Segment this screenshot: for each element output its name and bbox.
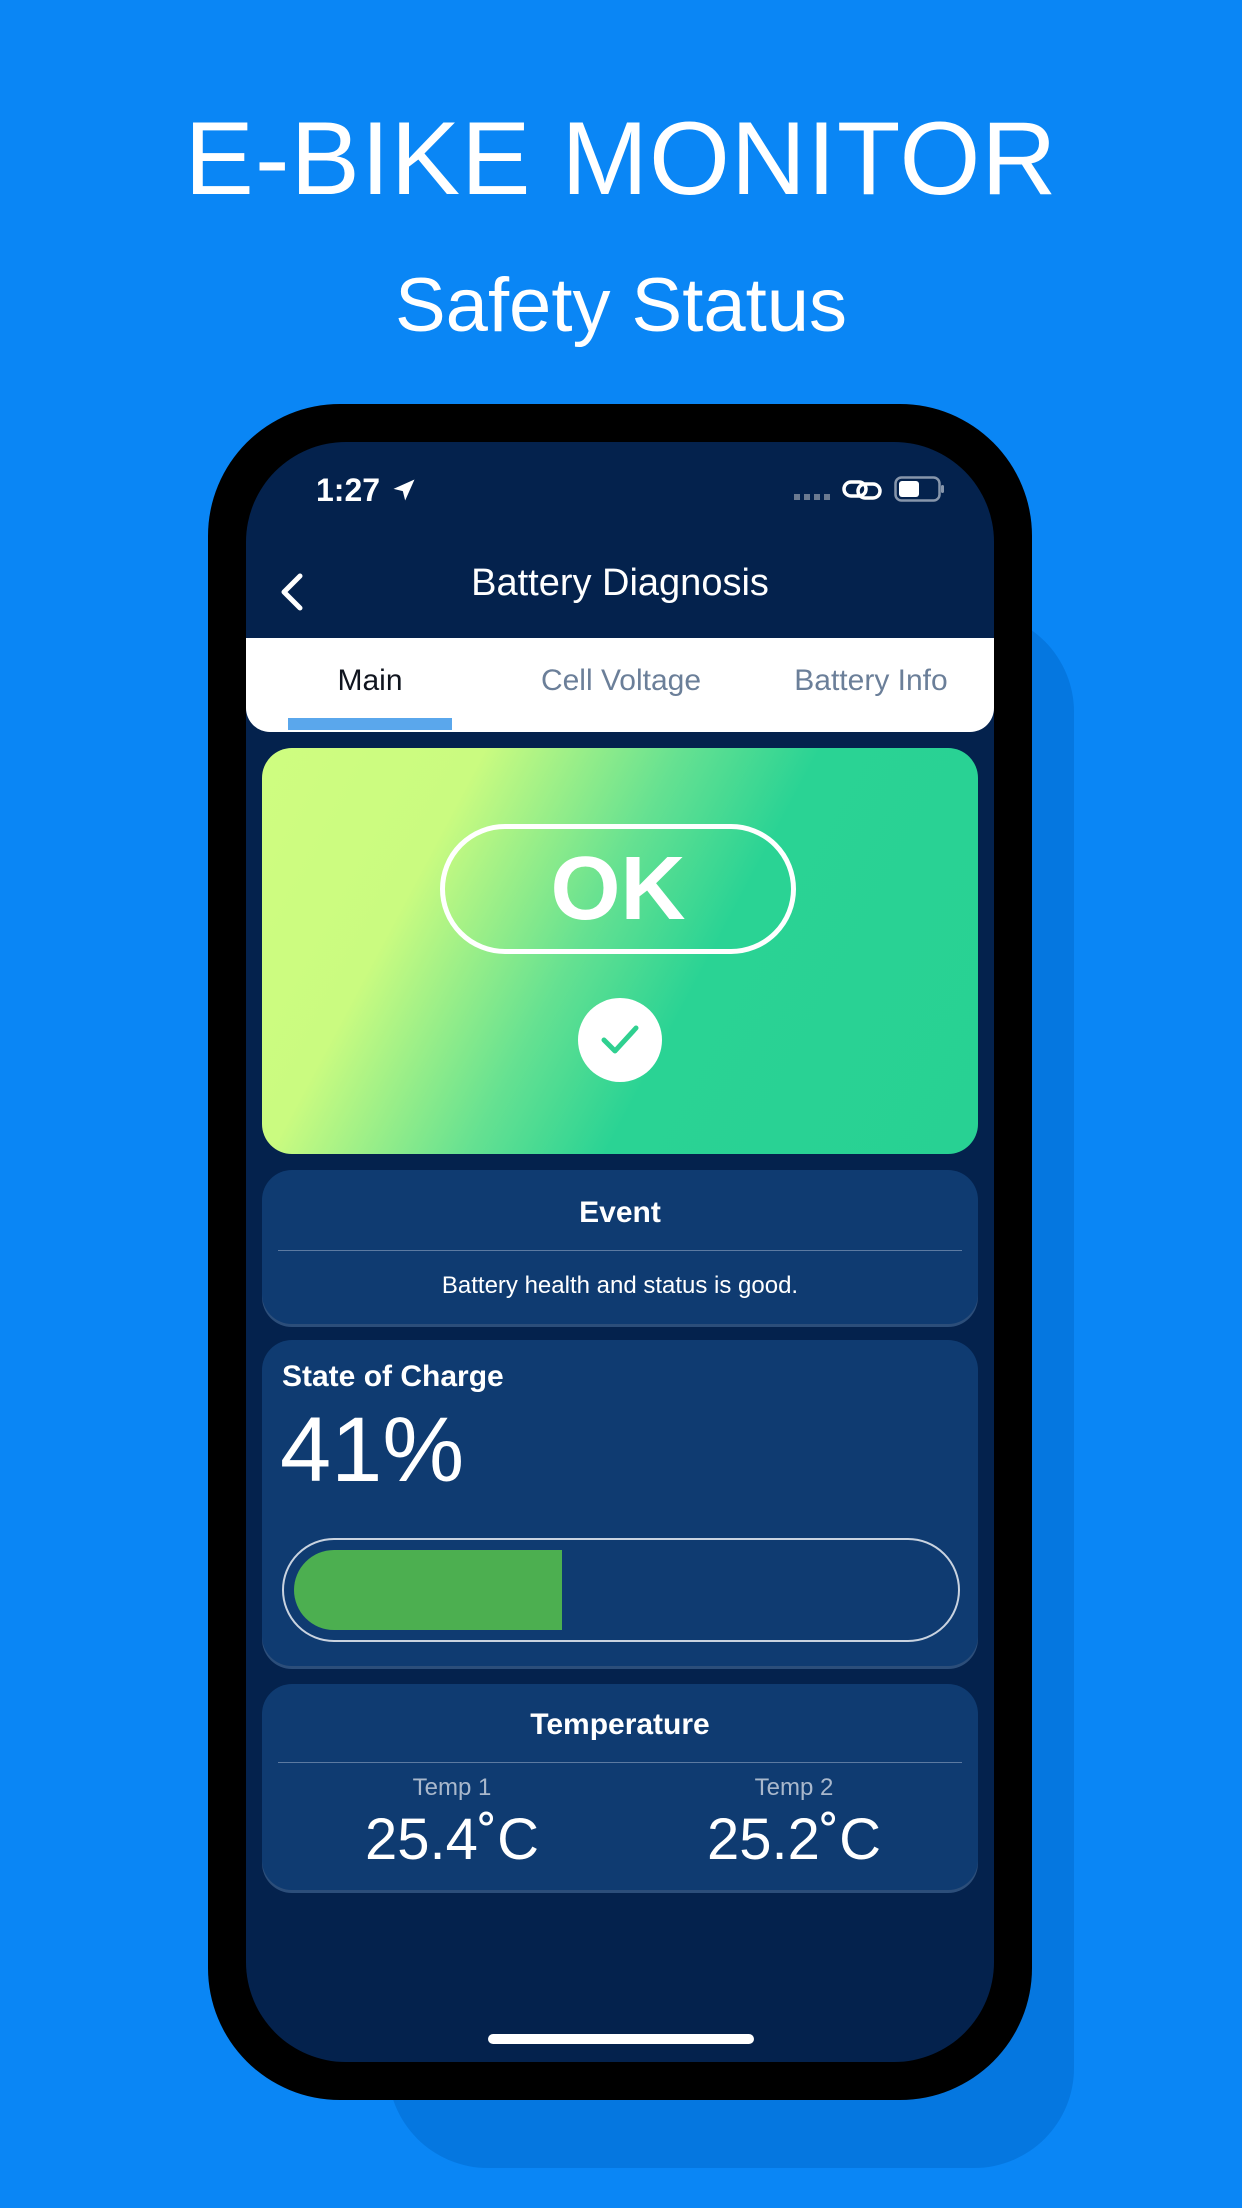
temperature-divider [278,1762,962,1763]
temp-1-value: 25.4˚C [364,1807,540,1872]
tab-bar: Main Cell Voltage Battery Info [246,638,994,732]
soc-progress-bar [282,1538,960,1642]
promo-subheadline: Safety Status [394,263,848,348]
tab-active-indicator [288,718,452,730]
temp-2-label: Temp 2 [754,1774,834,1801]
temp-2-value: 25.2˚C [706,1807,882,1872]
temperature-card: Temperature Temp 1 25.4˚C Temp 2 25.2˚C [262,1684,978,1890]
tab-battery-info[interactable]: Battery Info [766,664,976,698]
tab-main[interactable]: Main [288,664,452,698]
battery-icon [894,476,944,502]
tab-cell-voltage[interactable]: Cell Voltage [516,664,726,698]
soc-value: 41% [280,1399,465,1501]
signal-icon [794,494,830,500]
temperature-title: Temperature [530,1708,710,1741]
page-title: Battery Diagnosis [471,562,769,604]
location-arrow-icon [393,479,415,501]
check-icon [601,1025,639,1054]
home-indicator [488,2034,754,2044]
state-of-charge-card: State of Charge 41% [262,1340,978,1666]
status-time: 1:27 [316,472,381,508]
promo-headline: E-BIKE MONITOR [184,101,1058,217]
status-badge: OK [440,824,796,954]
temp-sensor-1: Temp 1 25.4˚C [302,1774,602,1873]
temp-sensor-2: Temp 2 25.2˚C [644,1774,944,1873]
phone-frame: 1:27 Battery Diagnosis Main Cell Voltage… [208,404,1032,2100]
event-divider [278,1250,962,1251]
status-bar: 1:27 [246,442,994,542]
phone-screen: 1:27 Battery Diagnosis Main Cell Voltage… [246,442,994,2062]
temp-1-label: Temp 1 [412,1774,492,1801]
nav-bar: Battery Diagnosis [246,542,994,642]
soc-progress-fill [294,1550,562,1630]
event-card: Event Battery health and status is good. [262,1170,978,1324]
event-message: Battery health and status is good. [441,1272,799,1299]
soc-title: State of Charge [282,1360,504,1393]
check-circle [578,998,662,1082]
event-title: Event [579,1196,661,1229]
link-icon [842,480,882,500]
status-card: OK [262,748,978,1154]
